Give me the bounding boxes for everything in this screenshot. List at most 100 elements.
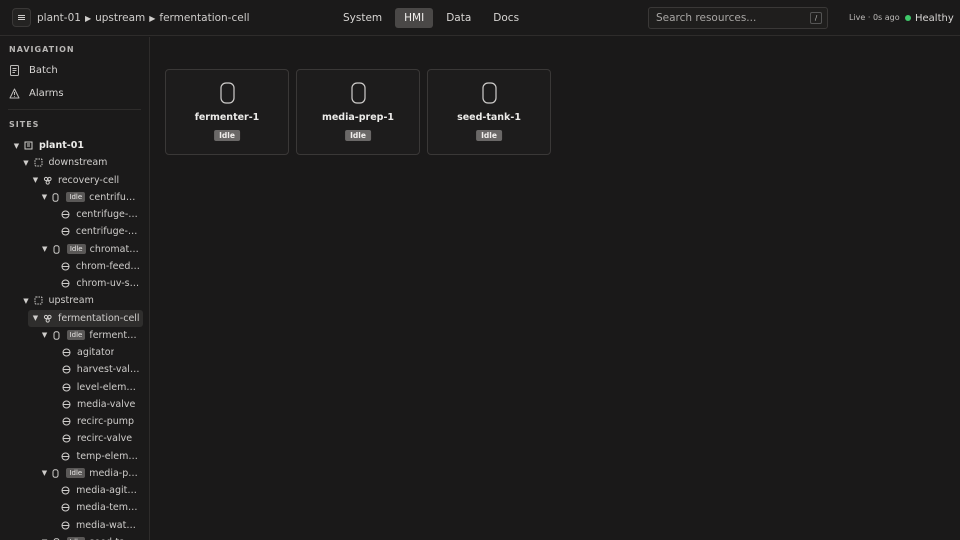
tree-item[interactable]: ▼ Idlecentrifuge-1 [41, 189, 140, 206]
tree-item-label: recirc-valve [77, 433, 133, 445]
status-badge: Idle [66, 244, 86, 254]
tree-item[interactable]: ▼ Idlefermenter-1 [41, 327, 140, 344]
status-badge: Idle [214, 130, 240, 141]
tree-item[interactable]: ▼ downstream [22, 154, 141, 171]
tree-item[interactable]: centrifuge-dri... [50, 223, 140, 240]
breadcrumb-item-site[interactable]: plant-01 [37, 12, 81, 24]
tree-item[interactable]: ▼ fermentation-cell [28, 309, 143, 327]
navigation-heading: NAVIGATION [9, 45, 75, 54]
breadcrumb-item-cell[interactable]: fermentation-cell [159, 12, 249, 24]
caret-down-icon[interactable]: ▼ [22, 159, 31, 167]
module-icon [62, 383, 71, 391]
tree-item-label: plant-01 [39, 140, 84, 151]
tree-item[interactable]: ▼ plant-01 [12, 137, 140, 154]
tree-item[interactable]: temp-element [50, 448, 140, 465]
vessel-icon [482, 82, 497, 104]
area-icon [34, 158, 42, 167]
tree-item[interactable]: level-element [50, 379, 140, 396]
tree-item[interactable]: centrifuge-di... [50, 206, 140, 223]
tab-hmi[interactable]: HMI [395, 8, 434, 28]
tree-item[interactable]: harvest-valve [50, 361, 140, 378]
module-icon [61, 486, 70, 495]
tree-item[interactable]: media-temp-... [50, 499, 140, 516]
tree-item[interactable]: ▼ upstream [22, 292, 141, 309]
tree-item-label: media-agitator [76, 485, 140, 496]
unit-card-fermenter-1[interactable]: fermenter-1 Idle [165, 69, 289, 155]
module-icon [62, 365, 71, 374]
vessel-icon [220, 82, 235, 104]
main-tabs: System HMI Data Docs [334, 8, 528, 28]
module-icon [61, 227, 70, 236]
tree-item-label: temp-element [76, 450, 140, 462]
sidebar-item-label: Batch [29, 64, 58, 76]
sidebar-item-label: Alarms [29, 87, 64, 99]
tree-item-label: media-water-... [76, 519, 140, 531]
menu-button[interactable] [12, 8, 31, 27]
unit-card-media-prep-1[interactable]: media-prep-1 Idle [296, 69, 420, 155]
caret-down-icon[interactable]: ▼ [41, 193, 49, 201]
module-icon [61, 521, 70, 529]
tree-item-label: chrom-uv-se... [76, 278, 140, 289]
health-status: Healthy [905, 0, 954, 36]
tree-item-label: downstream [48, 157, 108, 169]
vessel-icon [351, 82, 366, 104]
tree-item-label: centrifuge-dri... [75, 226, 140, 238]
module-icon [62, 348, 71, 357]
status-badge: Idle [476, 130, 502, 141]
status-badge: Idle [345, 130, 371, 141]
tree-item[interactable]: media-water-... [50, 517, 140, 534]
sidebar-item-alarms[interactable]: Alarms [9, 83, 139, 103]
module-icon [62, 417, 71, 426]
unit-card-seed-tank-1[interactable]: seed-tank-1 Idle [427, 69, 551, 155]
sidebar-divider [8, 109, 141, 110]
tree-item[interactable]: media-agitator [50, 482, 140, 499]
tree-item[interactable]: media-valve [50, 396, 140, 413]
breadcrumb-item-area[interactable]: upstream [95, 12, 145, 24]
unit-card-title: media-prep-1 [321, 112, 395, 123]
tree-item[interactable]: recirc-pump [50, 413, 140, 430]
search-placeholder: Search resources... [656, 12, 757, 24]
tree-item[interactable]: chrom-feed-p... [50, 258, 140, 275]
tree-item[interactable]: agitator [50, 344, 140, 361]
sites-heading: SITES [9, 120, 40, 129]
tree-item[interactable]: ▼ recovery-cell [31, 172, 140, 189]
search-shortcut-key: / [810, 12, 822, 24]
tree-item-label: fermentation-cell [58, 312, 140, 324]
caret-down-icon[interactable]: ▼ [41, 469, 49, 477]
caret-down-icon[interactable]: ▼ [22, 297, 31, 305]
tree-item[interactable]: recirc-valve [50, 430, 140, 447]
module-icon [61, 262, 70, 271]
tab-data[interactable]: Data [437, 8, 480, 28]
module-icon [62, 400, 71, 409]
caret-down-icon[interactable]: ▼ [41, 245, 49, 253]
unit-card-title: fermenter-1 [194, 112, 260, 123]
tree-item-label: level-element [76, 381, 140, 393]
tree-item-label: recovery-cell [58, 174, 120, 186]
search-input[interactable]: Search resources... / [648, 7, 828, 29]
breadcrumb: plant-01 ▶ upstream ▶ fermentation-cell [37, 0, 250, 36]
live-status: Live · 0s ago [849, 13, 900, 22]
tab-docs[interactable]: Docs [484, 8, 528, 28]
caret-down-icon[interactable]: ▼ [41, 331, 49, 339]
tree-item-label: recirc-pump [77, 416, 135, 427]
sidebar-item-batch[interactable]: Batch [9, 60, 139, 80]
tree-item-label: media-pre... [89, 467, 140, 479]
tree-item[interactable]: chrom-uv-se... [50, 275, 140, 292]
tree-item-label: centrifuge-1 [89, 191, 140, 203]
unit-icon [52, 193, 59, 202]
breadcrumb-separator-icon: ▶ [149, 13, 156, 23]
tree-item[interactable]: ▼Idleseed-tank-1 [41, 534, 140, 540]
tree-item-label: agitator [77, 347, 115, 358]
tree-item-label: media-valve [77, 398, 136, 410]
tree-item[interactable]: ▼ Idle chromato... [41, 241, 140, 258]
tree-item-label: harvest-valve [76, 364, 140, 376]
caret-down-icon[interactable]: ▼ [31, 176, 40, 184]
area-icon [34, 296, 42, 305]
caret-down-icon[interactable]: ▼ [12, 142, 21, 150]
tree-item-label: fermenter-1 [89, 329, 140, 341]
module-icon [61, 210, 70, 219]
sidebar: NAVIGATION Batch Alarms SITES ▼ plant-01 ▼… [0, 37, 150, 540]
tab-system[interactable]: System [334, 8, 391, 28]
tree-item[interactable]: ▼ Idlemedia-pre... [41, 465, 140, 482]
caret-down-icon[interactable]: ▼ [31, 314, 40, 322]
